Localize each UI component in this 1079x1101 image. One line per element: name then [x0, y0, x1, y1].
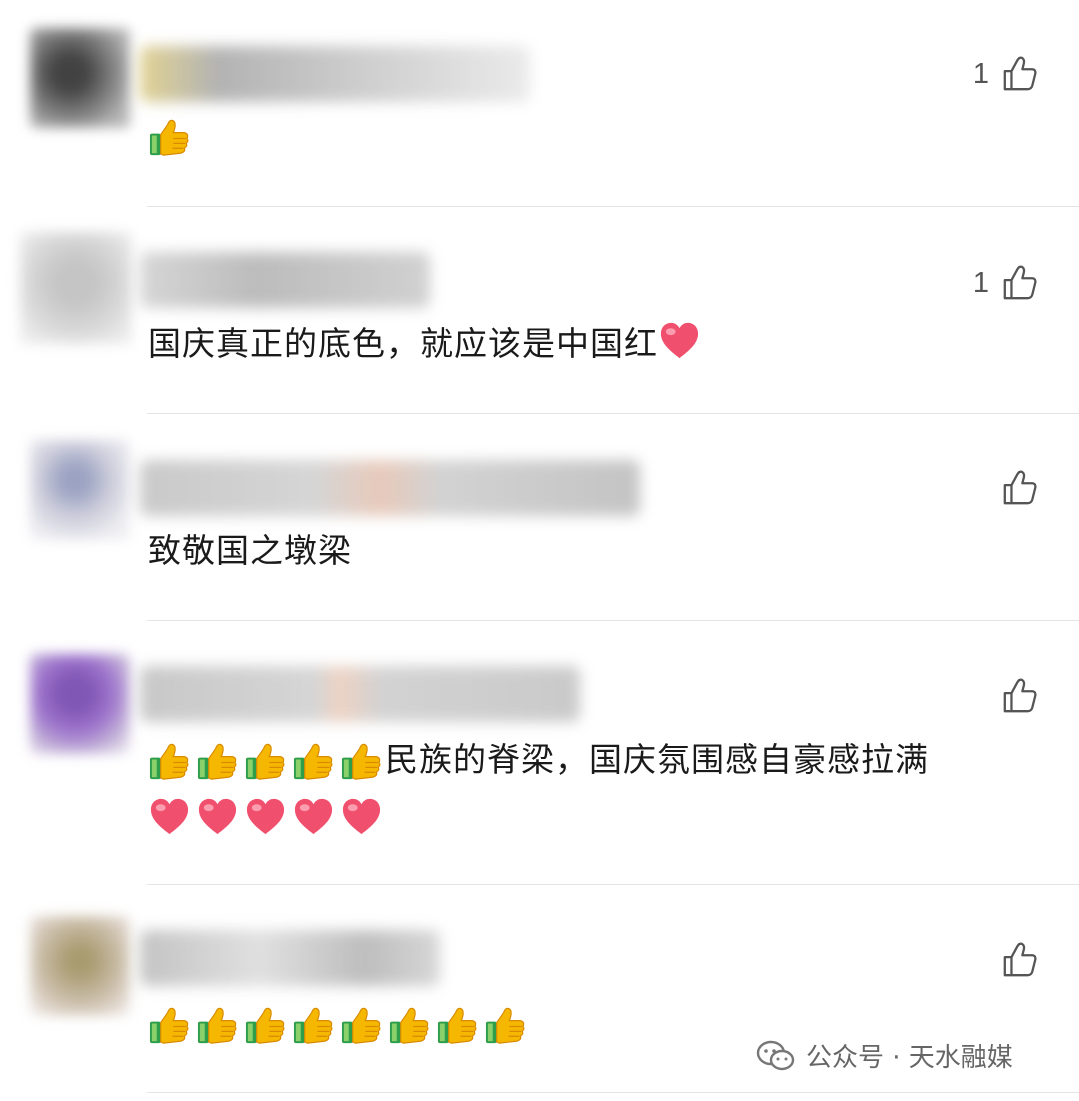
thumbs-up-emoji [292, 740, 335, 783]
avatar[interactable] [30, 440, 130, 540]
comment-text: 国庆真正的底色，就应该是中国红 [148, 319, 701, 369]
like-button[interactable] [989, 468, 1039, 508]
thumbs-up-emoji [196, 1004, 239, 1047]
comment-text-content: 民族的脊梁，国庆氛围感自豪感拉满 [385, 740, 929, 779]
comment-text: 民族的脊梁，国庆氛围感自豪感拉满 [148, 735, 929, 785]
red-heart-emoji [148, 796, 191, 839]
thumbs-up-emoji [148, 740, 191, 783]
thumbs-up-emoji [436, 1004, 479, 1047]
source-watermark: 公众号 · 天水融媒 [756, 1037, 1013, 1074]
nickname[interactable] [140, 666, 580, 722]
nickname[interactable] [140, 46, 530, 102]
thumbs-up-emoji [196, 740, 239, 783]
thumbs-up-emoji [148, 116, 191, 159]
comment-text-content: 致敬国之墩梁 [148, 531, 352, 570]
thumbs-up-outline-icon [1001, 677, 1039, 715]
comment-text-content: 国庆真正的底色，就应该是中国红 [148, 324, 658, 363]
watermark-text: 公众号 · 天水融媒 [806, 1043, 1013, 1073]
like-button[interactable]: 1 [973, 263, 1039, 303]
avatar[interactable] [30, 28, 130, 128]
like-button[interactable]: 1 [973, 54, 1039, 94]
red-heart-emoji [658, 320, 701, 363]
divider [147, 620, 1079, 621]
thumbs-up-emoji [292, 1004, 335, 1047]
nickname[interactable] [140, 930, 440, 986]
thumbs-up-outline-icon [1001, 469, 1039, 507]
red-heart-emoji [196, 796, 239, 839]
red-heart-emoji [340, 796, 383, 839]
thumbs-up-emoji [148, 1004, 191, 1047]
divider [147, 1092, 1079, 1093]
divider [147, 413, 1079, 414]
heart-emoji-row [148, 796, 383, 839]
thumbs-up-emoji [244, 740, 287, 783]
like-count: 1 [972, 266, 989, 299]
thumbs-up-emoji [388, 1004, 431, 1047]
avatar[interactable] [30, 654, 130, 754]
nickname[interactable] [140, 460, 640, 516]
like-button[interactable] [989, 940, 1039, 980]
like-button[interactable] [989, 676, 1039, 716]
comment-text: 致敬国之墩梁 [148, 526, 352, 576]
like-count: 1 [972, 57, 989, 90]
thumbs-up-emoji-group [148, 740, 383, 783]
thumbs-up-outline-icon [1001, 941, 1039, 979]
thumbs-up-emoji [244, 1004, 287, 1047]
thumbs-up-outline-icon [1001, 55, 1039, 93]
divider [147, 884, 1079, 885]
avatar[interactable] [20, 232, 132, 344]
red-heart-emoji [292, 796, 335, 839]
thumbs-up-emoji [340, 740, 383, 783]
thumbs-up-outline-icon [1001, 264, 1039, 302]
red-heart-emoji [244, 796, 287, 839]
thumbs-up-emoji [484, 1004, 527, 1047]
nickname[interactable] [140, 252, 430, 308]
wechat-logo-icon [756, 1040, 795, 1070]
comment-emoji-row [148, 116, 191, 159]
comment-emoji-row [148, 1004, 527, 1047]
divider [147, 206, 1079, 207]
thumbs-up-emoji [340, 1004, 383, 1047]
avatar[interactable] [30, 916, 130, 1016]
